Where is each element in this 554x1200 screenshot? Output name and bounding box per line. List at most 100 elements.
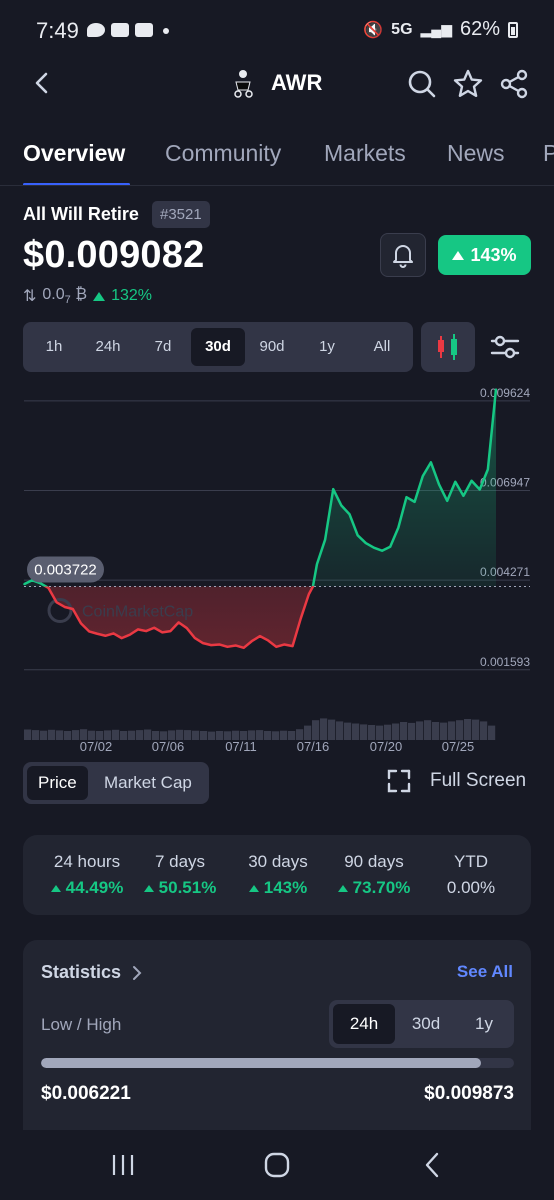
volume-bar bbox=[280, 730, 288, 740]
tab-news[interactable]: News bbox=[447, 140, 505, 167]
statistics-card: Statistics See All Low / High 24h 30d 1y… bbox=[23, 940, 531, 1140]
baseline-label: 0.003722 bbox=[34, 561, 97, 578]
price-point bbox=[413, 501, 416, 503]
perf-7d: 7 days 50.51% bbox=[138, 852, 222, 898]
range-7d[interactable]: 7d bbox=[136, 328, 190, 366]
price-point bbox=[405, 496, 408, 498]
volume-bar bbox=[432, 722, 440, 740]
volume-bar bbox=[272, 731, 280, 740]
price-chart[interactable]: 0.0096240.0069470.0042710.001593CoinMark… bbox=[0, 380, 554, 760]
volume-bar bbox=[480, 721, 488, 740]
network-label: 5G bbox=[391, 20, 413, 38]
price-point bbox=[291, 645, 294, 647]
youtube-notification-icon bbox=[135, 23, 153, 37]
price-point bbox=[210, 644, 212, 646]
volume-bar bbox=[448, 721, 456, 740]
swap-icon[interactable]: ⇅ bbox=[23, 286, 36, 306]
tab-community[interactable]: Community bbox=[165, 140, 281, 167]
price-alert-button[interactable] bbox=[380, 233, 426, 277]
period-24h[interactable]: 24h bbox=[333, 1004, 395, 1044]
watermark-text: CoinMarketCap bbox=[82, 603, 193, 620]
recent-apps-icon[interactable] bbox=[106, 1150, 140, 1180]
candlestick-toggle-button[interactable] bbox=[421, 322, 475, 372]
statistics-title[interactable]: Statistics bbox=[41, 962, 143, 983]
volume-bar bbox=[440, 722, 448, 740]
price-point bbox=[470, 479, 473, 482]
back-arrow-icon[interactable] bbox=[28, 68, 58, 98]
btc-price-row: ⇅ 0.07 ₿ 132% bbox=[23, 286, 152, 306]
range-all[interactable]: All bbox=[355, 328, 409, 366]
x-tick-label: 07/16 bbox=[297, 739, 330, 754]
price-point bbox=[104, 634, 107, 637]
volume-bar bbox=[112, 729, 120, 740]
price-point bbox=[308, 593, 310, 596]
x-tick-label: 07/25 bbox=[442, 739, 475, 754]
chart-type-toggle: Price Market Cap bbox=[23, 762, 209, 804]
price-point bbox=[63, 606, 66, 608]
toggle-price[interactable]: Price bbox=[27, 766, 88, 800]
price-point bbox=[438, 483, 440, 486]
price-point bbox=[39, 582, 42, 585]
search-icon[interactable] bbox=[406, 68, 438, 100]
price-point bbox=[23, 583, 25, 586]
period-30d[interactable]: 30d bbox=[395, 1004, 457, 1044]
btc-change: 132% bbox=[111, 287, 152, 305]
perf-30d: 30 days 143% bbox=[233, 852, 323, 898]
x-tick-label: 07/20 bbox=[370, 739, 403, 754]
chart-settings-icon[interactable] bbox=[488, 330, 522, 364]
volume-bar bbox=[256, 730, 264, 740]
volume-bar bbox=[336, 721, 344, 740]
price-point bbox=[218, 643, 221, 646]
volume-bar bbox=[40, 730, 48, 740]
volume-bar bbox=[304, 725, 312, 740]
share-icon[interactable] bbox=[498, 68, 530, 100]
volume-bar bbox=[64, 731, 72, 740]
price-point bbox=[478, 488, 481, 491]
tab-markets[interactable]: Markets bbox=[324, 140, 406, 167]
up-arrow-icon bbox=[143, 884, 154, 892]
see-all-link[interactable]: See All bbox=[457, 962, 513, 982]
volume-bar bbox=[288, 731, 296, 740]
y-tick-label: 0.001593 bbox=[480, 655, 530, 669]
price-point bbox=[242, 647, 245, 649]
range-1y[interactable]: 1y bbox=[300, 328, 354, 366]
volume-bar bbox=[208, 731, 216, 740]
price-point bbox=[72, 608, 74, 610]
time-range-selector: 1h 24h 7d 30d 90d 1y All bbox=[23, 322, 413, 372]
candlestick-icon bbox=[438, 334, 457, 360]
coin-tabs: Overview Community Markets News P bbox=[0, 130, 554, 186]
status-time: 7:49 bbox=[36, 18, 79, 43]
toggle-market-cap[interactable]: Market Cap bbox=[93, 766, 203, 800]
range-30d[interactable]: 30d bbox=[191, 328, 245, 366]
price-point bbox=[454, 480, 457, 483]
volume-bar bbox=[120, 731, 128, 740]
volume-bar bbox=[400, 722, 408, 740]
star-icon[interactable] bbox=[452, 68, 484, 100]
expand-icon bbox=[387, 769, 411, 793]
stats-period-selector: 24h 30d 1y bbox=[329, 1000, 514, 1048]
full-screen-button[interactable]: Full Screen bbox=[386, 768, 526, 794]
period-1y[interactable]: 1y bbox=[457, 1004, 511, 1044]
volume-bar bbox=[200, 731, 208, 740]
range-90d[interactable]: 90d bbox=[245, 328, 299, 366]
price-point bbox=[137, 628, 139, 631]
up-arrow-icon bbox=[248, 884, 259, 892]
tab-partial[interactable]: P bbox=[543, 140, 554, 167]
low-high-bar bbox=[41, 1058, 514, 1068]
price-point bbox=[234, 644, 237, 647]
range-1h[interactable]: 1h bbox=[27, 328, 81, 366]
volume-bar bbox=[368, 725, 376, 740]
signal-icon: ▂▄▆ bbox=[420, 21, 452, 37]
range-24h[interactable]: 24h bbox=[81, 328, 135, 366]
volume-bar bbox=[184, 730, 192, 740]
tab-overview[interactable]: Overview bbox=[23, 140, 125, 167]
home-icon[interactable] bbox=[260, 1150, 294, 1180]
volume-bar bbox=[264, 731, 272, 740]
back-icon[interactable] bbox=[416, 1150, 450, 1180]
price-point bbox=[96, 632, 99, 635]
battery-icon bbox=[508, 21, 518, 38]
volume-bar bbox=[128, 730, 136, 740]
volume-bar bbox=[416, 721, 424, 740]
price-point bbox=[487, 468, 489, 471]
price-point bbox=[299, 617, 302, 620]
